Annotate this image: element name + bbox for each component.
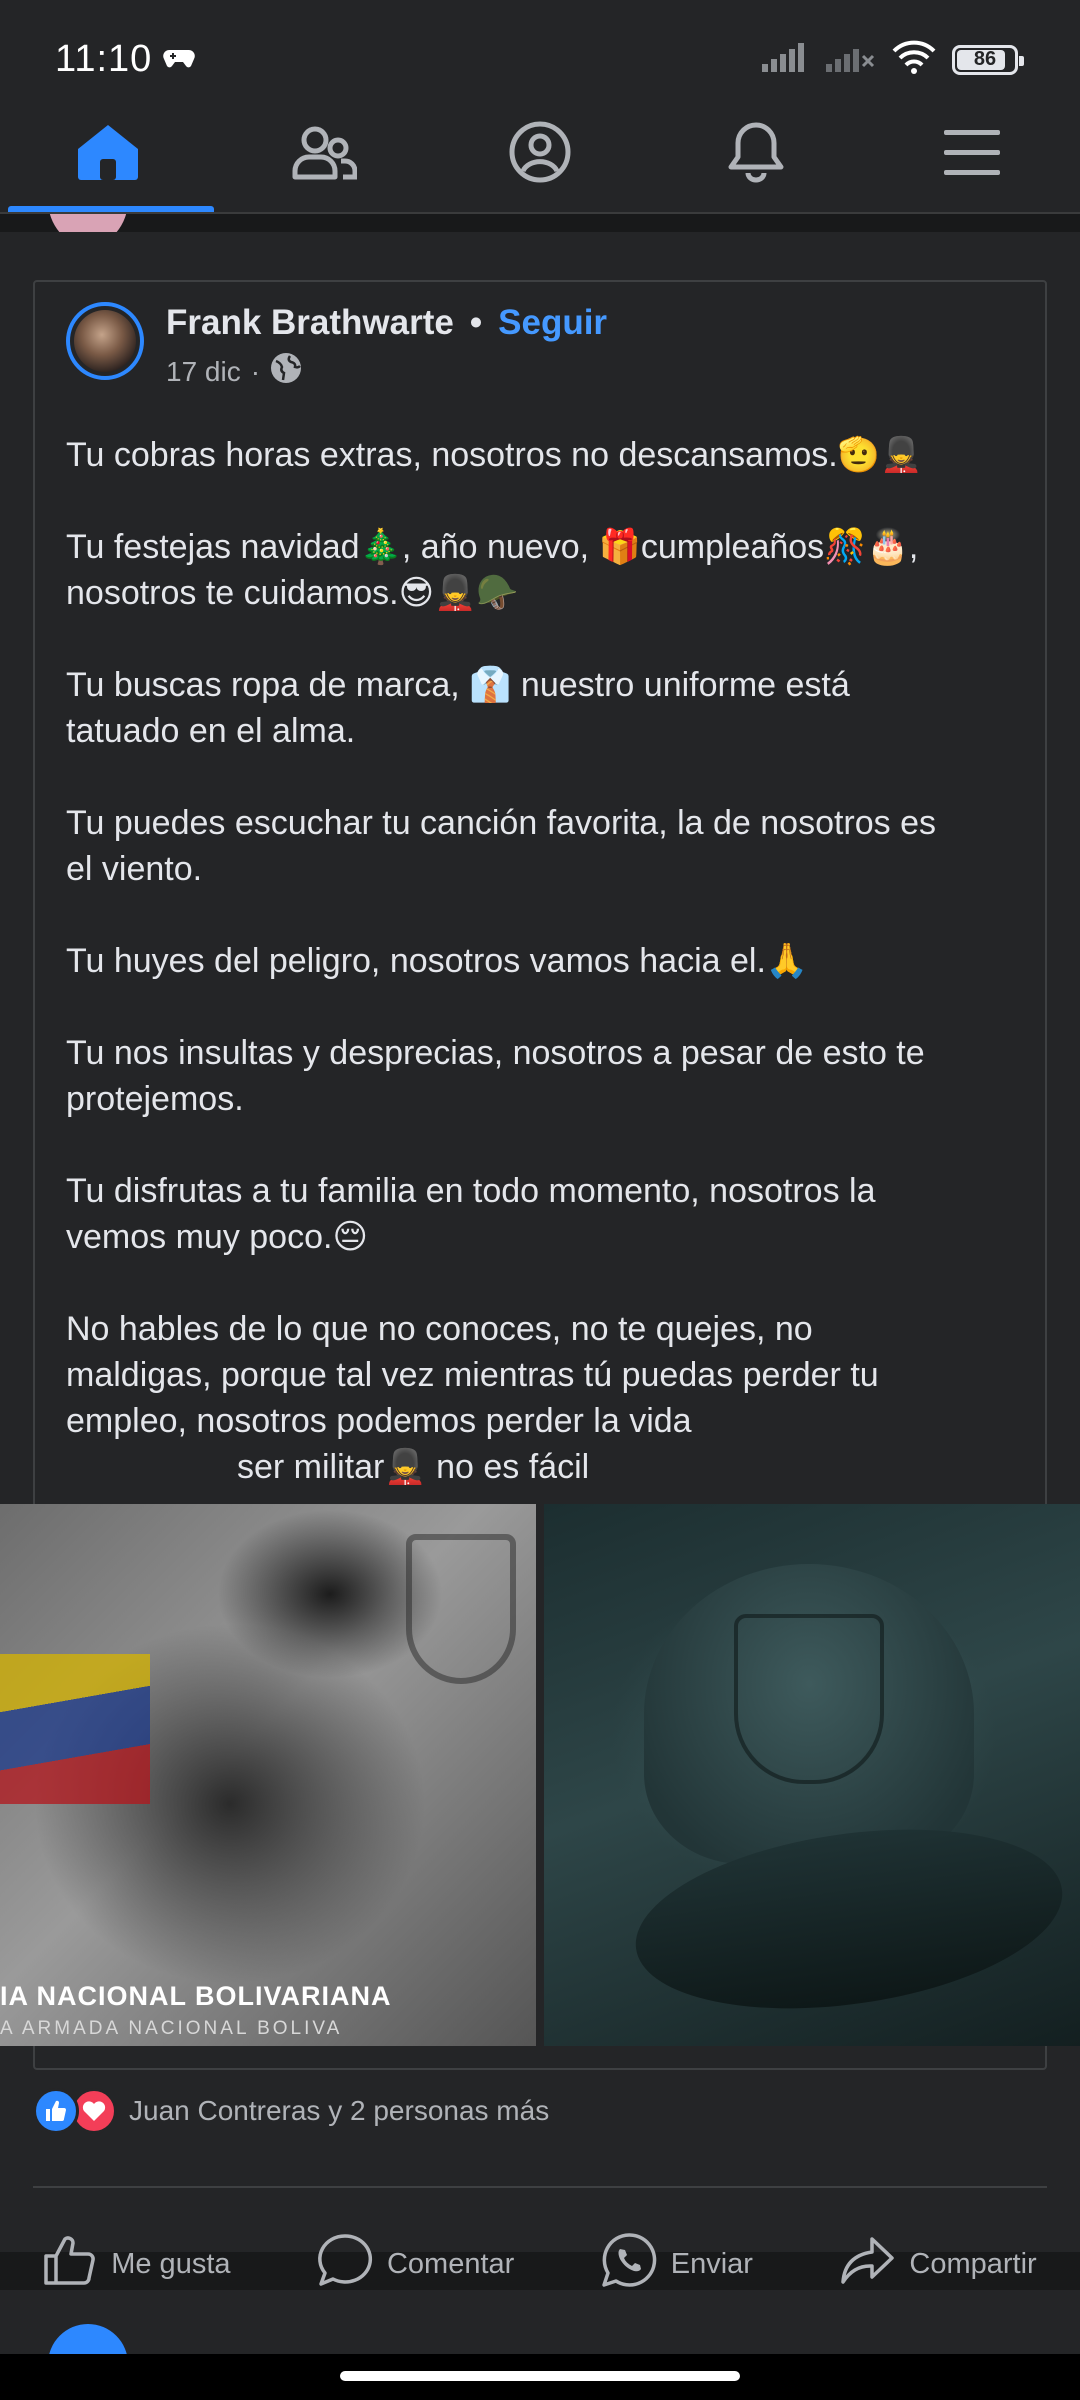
send-button[interactable]: Enviar <box>601 2232 753 2296</box>
tab-home[interactable] <box>0 96 216 212</box>
hamburger-menu-icon <box>942 126 1002 183</box>
status-time: 11:10 <box>55 38 153 80</box>
globe-icon <box>270 352 302 391</box>
profile-icon <box>508 120 572 189</box>
post-paragraph: Tu buscas ropa de marca, 👔 nuestro unifo… <box>66 666 850 750</box>
image-caption-top: IA NACIONAL BOLIVARIANA <box>0 1981 392 2011</box>
status-bar: 11:10 86 <box>0 0 1080 96</box>
home-icon <box>76 123 140 186</box>
post-paragraph: No hables de lo que no conoces, no te qu… <box>66 1310 879 1440</box>
wifi-icon <box>892 40 936 79</box>
actions-divider <box>33 2186 1047 2188</box>
post-paragraph: Tu disfrutas a tu familia en todo moment… <box>66 1172 876 1256</box>
comment-icon <box>317 2233 373 2295</box>
avatar-photo <box>74 310 136 372</box>
friends-icon <box>291 123 358 186</box>
post-paragraph: Tu festejas navidad🎄, año nuevo, 🎁cumple… <box>66 528 919 612</box>
reactions-text: Juan Contreras y 2 personas más <box>129 2095 550 2126</box>
reactions-summary[interactable]: Juan Contreras y 2 personas más <box>33 2088 549 2134</box>
post-closing-line: ser militar💂 no es fácil <box>237 1448 590 1486</box>
post-paragraph: Tu puedes escuchar tu canción favorita, … <box>66 804 937 888</box>
post-image-soldier[interactable]: IA NACIONAL BOLIVARIANA A ARMADA NACIONA… <box>0 1504 536 2046</box>
like-label: Me gusta <box>111 2247 231 2280</box>
post-paragraph: Tu huyes del peligro, nosotros vamos hac… <box>66 942 809 980</box>
post-header: Frank Brathwarte • Seguir 17 dic · <box>66 302 607 391</box>
tab-friends[interactable] <box>216 96 432 212</box>
news-feed[interactable]: Frank Brathwarte • Seguir 17 dic · Tu co… <box>0 214 1080 2354</box>
signal-icon <box>762 42 810 77</box>
cap-emblem <box>734 1614 884 1784</box>
like-button[interactable]: Me gusta <box>43 2234 231 2294</box>
post-paragraph: Tu nos insultas y desprecias, nosotros a… <box>66 1034 925 1118</box>
tab-profile[interactable] <box>432 96 648 212</box>
tab-menu[interactable] <box>864 96 1080 212</box>
signal-no-service-icon <box>826 42 876 77</box>
share-button[interactable]: Compartir <box>839 2235 1037 2293</box>
post-body: Tu cobras horas extras, nosotros no desc… <box>66 432 1016 1490</box>
comment-label: Comentar <box>386 2247 515 2280</box>
header-separator: • <box>469 303 483 342</box>
date-separator: · <box>250 355 261 387</box>
next-post-preview <box>0 2290 1080 2354</box>
author-avatar[interactable] <box>66 302 144 380</box>
bell-icon <box>727 121 785 188</box>
system-navigation-area <box>0 2354 1080 2400</box>
post-date[interactable]: 17 dic <box>166 356 241 388</box>
image-caption-bottom: A ARMADA NACIONAL BOLIVA <box>0 2018 343 2039</box>
gamepad-icon <box>163 46 195 75</box>
like-icon <box>33 2088 79 2134</box>
share-icon <box>839 2235 895 2293</box>
home-indicator[interactable] <box>340 2371 740 2381</box>
post-images: IA NACIONAL BOLIVARIANA A ARMADA NACIONA… <box>0 1504 1080 2046</box>
post-image-cap[interactable] <box>544 1504 1080 2046</box>
share-label: Compartir <box>909 2247 1037 2280</box>
battery-percent: 86 <box>973 48 997 70</box>
whatsapp-icon <box>601 2232 657 2296</box>
post-paragraph: Tu cobras horas extras, nosotros no desc… <box>66 436 923 474</box>
flag-overlay <box>0 1654 150 1804</box>
author-meta: Frank Brathwarte • Seguir 17 dic · <box>166 302 607 391</box>
post-final-block: No hables de lo que no conoces, no te qu… <box>66 1306 1016 1490</box>
comment-button[interactable]: Comentar <box>317 2233 514 2295</box>
tab-notifications[interactable] <box>648 96 864 212</box>
send-label: Enviar <box>670 2247 753 2280</box>
emblem-shield <box>406 1534 516 1684</box>
battery-icon: 86 <box>952 44 1024 75</box>
follow-button[interactable]: Seguir <box>498 302 607 344</box>
active-tab-indicator <box>8 206 214 212</box>
next-post-avatar[interactable] <box>48 2324 128 2354</box>
top-nav-bar <box>0 96 1080 214</box>
author-name[interactable]: Frank Brathwarte <box>166 302 454 344</box>
feed-post: Frank Brathwarte • Seguir 17 dic · Tu co… <box>0 232 1080 2287</box>
thumbs-up-icon <box>43 2234 97 2294</box>
